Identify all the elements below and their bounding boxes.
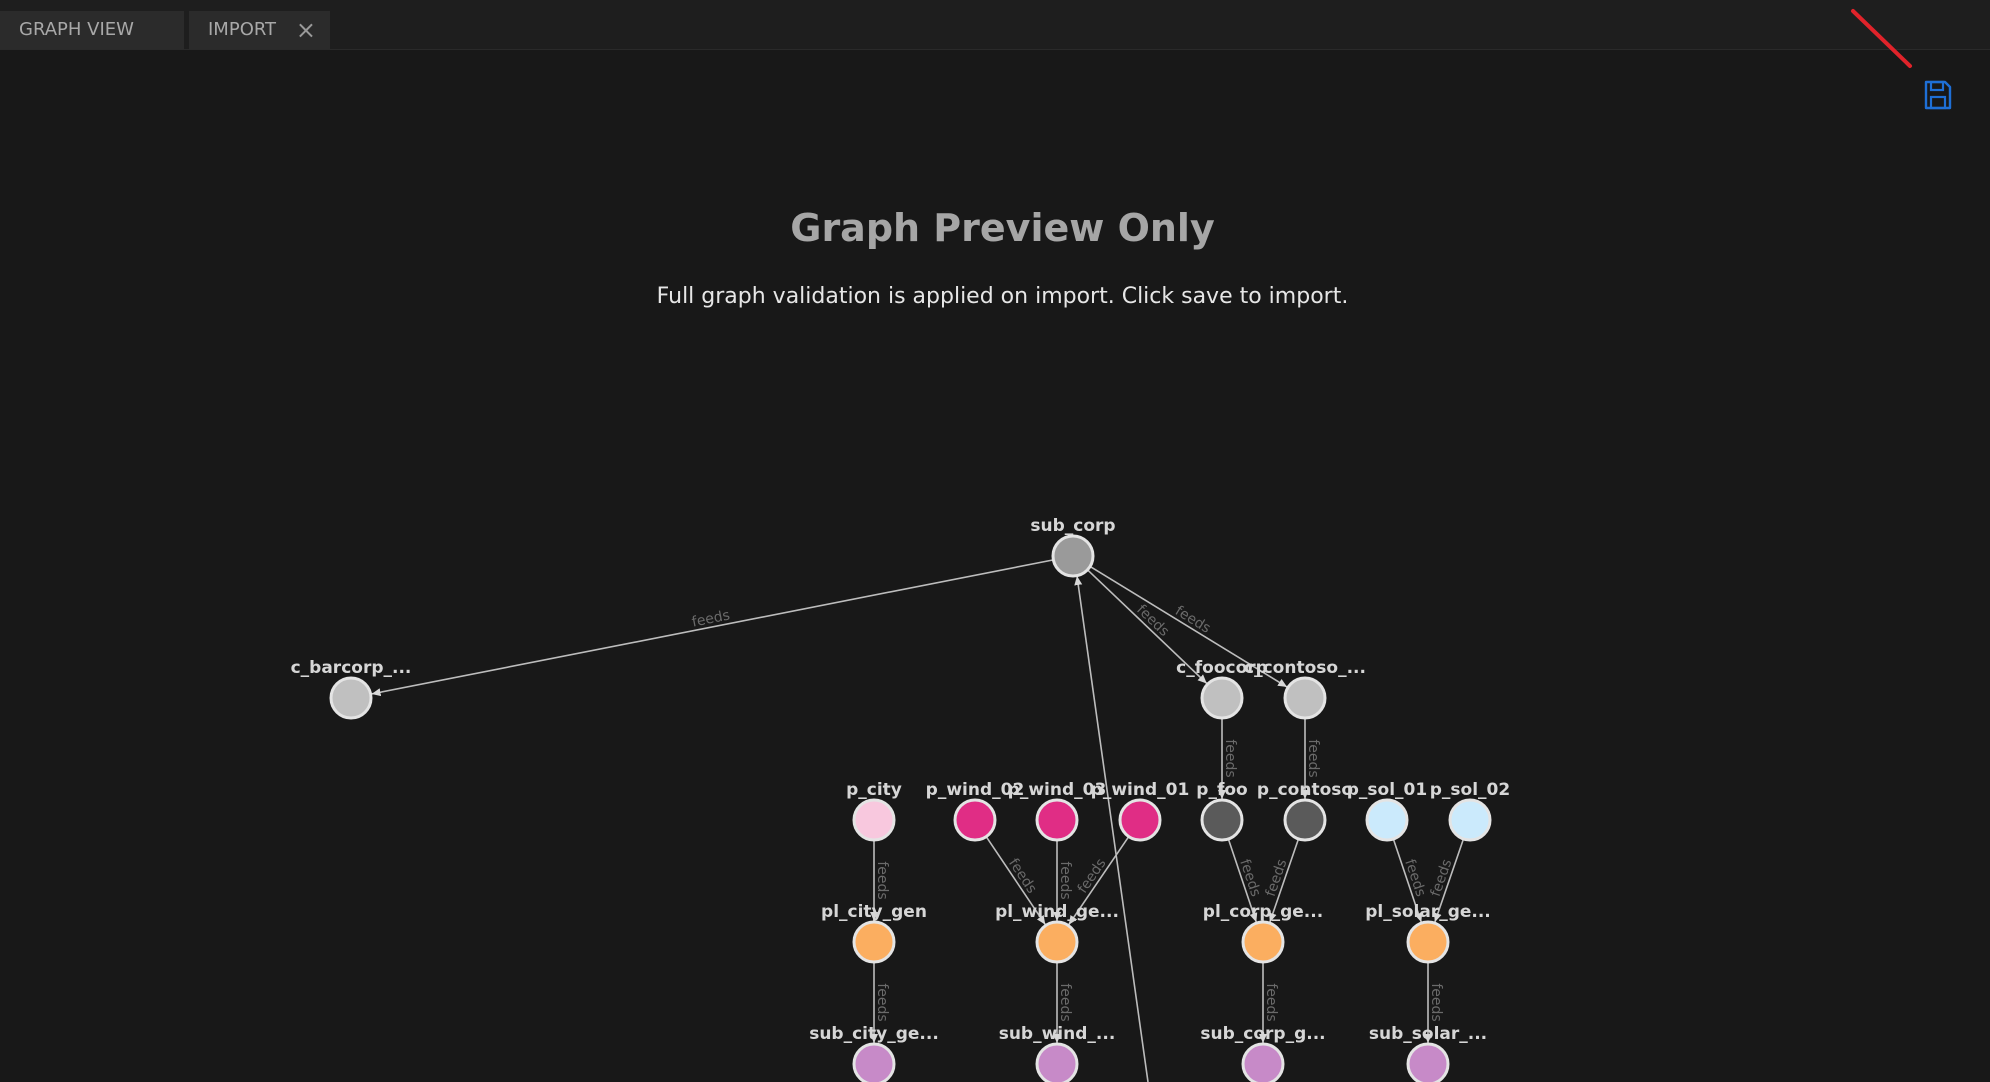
node-label: sub_solar_...: [1369, 1024, 1487, 1044]
node-circle[interactable]: [1448, 798, 1492, 842]
graph-node-sub-solar-gen[interactable]: sub_solar_...: [1369, 1024, 1487, 1082]
edge-label: feeds: [1005, 856, 1040, 897]
node-label: sub_city_ge...: [809, 1024, 939, 1044]
edge-label: feeds: [1222, 739, 1238, 777]
node-circle[interactable]: [1200, 676, 1244, 720]
edge-label: feeds: [1236, 857, 1263, 898]
graph-node-pl-wind-gen[interactable]: pl_wind_ge...: [995, 902, 1119, 964]
node-circle[interactable]: [1365, 798, 1409, 842]
edge-label: feeds: [874, 861, 890, 899]
edge-label: feeds: [1401, 857, 1428, 898]
node-circle[interactable]: [1406, 1042, 1450, 1082]
node-circle[interactable]: [852, 920, 896, 964]
node-circle[interactable]: [1406, 920, 1450, 964]
node-label: p_sol_01: [1347, 780, 1427, 800]
graph-node-pl-corp-gen[interactable]: pl_corp_ge...: [1203, 902, 1323, 964]
graph-node-c-barcorp[interactable]: c_barcorp_...: [291, 658, 412, 720]
graph-node-sub-corp-gen[interactable]: sub_corp_g...: [1200, 1024, 1326, 1082]
node-label: p_foo: [1196, 780, 1247, 800]
edge-label: feeds: [1263, 983, 1279, 1021]
node-circle[interactable]: [1241, 920, 1285, 964]
node-circle[interactable]: [1241, 1042, 1285, 1082]
graph-node-p-contoso[interactable]: p_contoso: [1257, 780, 1353, 842]
graph-node-sub-corp[interactable]: sub_corp: [1030, 516, 1116, 578]
graph-node-sub-wind-gen[interactable]: sub_wind_...: [999, 1024, 1116, 1082]
node-label: sub_wind_...: [999, 1024, 1116, 1044]
node-circle[interactable]: [1200, 798, 1244, 842]
graph-node-p-wind-01[interactable]: p_wind_01: [1091, 780, 1190, 842]
node-circle[interactable]: [1283, 676, 1327, 720]
edge-label: feeds: [1305, 739, 1321, 777]
node-circle[interactable]: [1035, 920, 1079, 964]
edge-label: feeds: [1428, 983, 1444, 1021]
node-label: c_contoso_...: [1244, 658, 1366, 678]
node-circle[interactable]: [1118, 798, 1162, 842]
node-label: pl_wind_ge...: [995, 902, 1119, 922]
graph-node-pl-solar-gen[interactable]: pl_solar_ge...: [1365, 902, 1491, 964]
graph-node-pl-city-gen[interactable]: pl_city_gen: [821, 902, 927, 964]
edge-label: feeds: [1057, 983, 1073, 1021]
node-circle[interactable]: [953, 798, 997, 842]
node-label: sub_corp: [1030, 516, 1115, 536]
node-circle[interactable]: [1283, 798, 1327, 842]
node-circle[interactable]: [329, 676, 373, 720]
edge-label: feeds: [1057, 861, 1073, 899]
node-label: pl_solar_ge...: [1365, 902, 1491, 922]
graph-node-sub-city-gen[interactable]: sub_city_ge...: [809, 1024, 939, 1082]
edge-label: feeds: [1263, 857, 1291, 898]
node-circle[interactable]: [1035, 1042, 1079, 1082]
node-circle[interactable]: [852, 798, 896, 842]
node-label: p_wind_01: [1091, 780, 1190, 800]
edge-label: feeds: [874, 983, 890, 1021]
edge-label: feeds: [1428, 857, 1456, 898]
edge-label: feeds: [1133, 602, 1172, 640]
node-label: c_barcorp_...: [291, 658, 412, 678]
graph-canvas[interactable]: feeds feeds feedsfeeds feedsfeeds feeds feeds…: [0, 0, 1990, 1082]
node-label: pl_city_gen: [821, 902, 927, 922]
node-circle[interactable]: [852, 1042, 896, 1082]
node-label: pl_corp_ge...: [1203, 902, 1323, 922]
graph-node-p-sol-01[interactable]: p_sol_01: [1347, 780, 1427, 842]
edge-label: feeds: [1172, 603, 1213, 637]
graph-node-p-sol-02[interactable]: p_sol_02: [1430, 780, 1510, 842]
node-circle[interactable]: [1051, 534, 1095, 578]
graph-node-c-contoso[interactable]: c_contoso_...: [1244, 658, 1366, 720]
graph-node-p-foo[interactable]: p_foo: [1196, 780, 1248, 842]
graph-node-p-city[interactable]: p_city: [846, 780, 902, 842]
node-circle[interactable]: [1035, 798, 1079, 842]
node-label: p_sol_02: [1430, 780, 1510, 800]
node-label: p_contoso: [1257, 780, 1353, 800]
node-label: sub_corp_g...: [1200, 1024, 1325, 1044]
node-label: p_city: [846, 780, 902, 800]
edge-label: feeds: [691, 608, 732, 631]
